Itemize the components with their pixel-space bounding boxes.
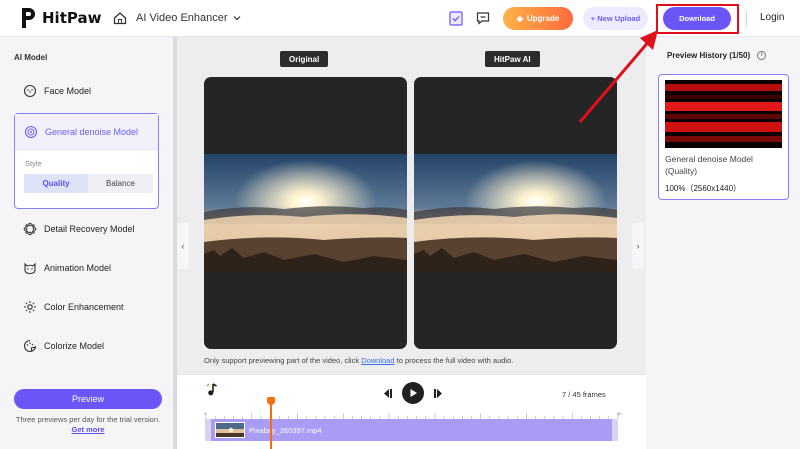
- original-preview-panel: [204, 77, 407, 349]
- original-tag: Original: [280, 51, 329, 67]
- preview-notice: Only support previewing part of the vide…: [204, 356, 513, 365]
- get-more-link[interactable]: Get more: [72, 425, 105, 434]
- face-icon: [23, 84, 37, 98]
- sidebar-item-color-enhancement[interactable]: Color Enhancement: [14, 294, 158, 320]
- color-icon: [24, 301, 36, 313]
- ruler-start-label: 0: [204, 411, 207, 416]
- ruler-end-label: 45: [617, 411, 622, 416]
- preview-history-panel: Preview History (1/50) i General denoise…: [646, 37, 800, 449]
- top-bar: HitPaw AI Video Enhancer ◆ Upgrade + New…: [0, 0, 800, 37]
- frame-counter: 7 / 45 frames: [562, 390, 606, 399]
- new-upload-button[interactable]: + New Upload: [583, 7, 648, 30]
- hitpaw-logo-icon: [22, 8, 35, 28]
- notice-text-after: to process the full video with audio.: [394, 356, 514, 365]
- next-frame-icon[interactable]: [433, 388, 444, 399]
- preview-button[interactable]: Preview: [14, 389, 162, 409]
- task-list-icon[interactable]: [448, 10, 464, 26]
- gem-icon: ◆: [516, 14, 523, 23]
- video-clip-track[interactable]: Pixabay_260397.mp4: [205, 419, 618, 441]
- product-dropdown[interactable]: AI Video Enhancer: [136, 12, 241, 24]
- sidebar-item-colorize-model[interactable]: Colorize Model: [14, 333, 158, 359]
- previous-frame-icon[interactable]: [382, 388, 393, 399]
- original-video-frame: [204, 154, 407, 272]
- play-icon: [410, 389, 417, 397]
- sidebar-title: AI Model: [14, 53, 48, 62]
- clip-thumbnail: [215, 422, 245, 438]
- timeline-panel: 7 / 45 frames 0 45 Pixabay_260397.mp4: [177, 374, 646, 449]
- sidebar-item-face-model[interactable]: Face Model: [14, 78, 158, 104]
- detail-icon: [23, 222, 37, 236]
- style-option-balance[interactable]: Balance: [88, 174, 153, 193]
- chevron-left-icon: ‹: [181, 241, 185, 251]
- notice-text-before: Only support previewing part of the vide…: [204, 356, 362, 365]
- play-button[interactable]: [402, 382, 424, 404]
- model-sidebar: AI Model Face Model General denoise Mode…: [0, 37, 177, 449]
- style-label: Style: [25, 159, 42, 168]
- denoise-icon: [24, 125, 38, 138]
- sidebar-item-animation-model[interactable]: Animation Model: [14, 255, 158, 281]
- animation-icon: [24, 262, 36, 275]
- sidebar-item-label: Detail Recovery Model: [44, 224, 135, 234]
- style-selector: Quality Balance: [24, 174, 153, 193]
- style-option-quality[interactable]: Quality: [24, 174, 88, 193]
- notice-download-link[interactable]: Download: [361, 356, 394, 365]
- login-link[interactable]: Login: [760, 12, 784, 23]
- sidebar-item-label: General denoise Model: [45, 126, 139, 137]
- sidebar-item-label: Face Model: [44, 86, 92, 96]
- history-item-name: General denoise Model (Quality): [665, 154, 753, 176]
- chevron-down-icon: [233, 16, 240, 21]
- sidebar-item-label: Colorize Model: [44, 341, 105, 351]
- playback-controls: [382, 382, 444, 404]
- product-name: AI Video Enhancer: [136, 12, 228, 24]
- header-divider: [746, 11, 747, 27]
- sidebar-item-general-denoise-model[interactable]: General denoise Model Style Quality Bala…: [14, 113, 159, 209]
- ai-preview-panel: [414, 77, 617, 349]
- hitpaw-ai-tag: HitPaw AI: [485, 51, 540, 67]
- preview-history-title: Preview History (1/50): [667, 51, 751, 60]
- history-item-meta: 100%（2560x1440）: [665, 184, 742, 193]
- clip-trim-handle-right[interactable]: [612, 419, 618, 441]
- prev-arrow-button[interactable]: ‹: [177, 223, 189, 269]
- next-arrow-button[interactable]: ›: [632, 223, 644, 269]
- sidebar-item-detail-recovery-model[interactable]: Detail Recovery Model: [14, 216, 158, 242]
- upgrade-label: Upgrade: [526, 14, 560, 23]
- app-logo[interactable]: HitPaw: [20, 7, 101, 29]
- timeline-ruler[interactable]: [204, 411, 622, 419]
- selected-model-header[interactable]: General denoise Model: [15, 114, 158, 150]
- sidebar-item-label: Animation Model: [44, 263, 112, 273]
- feedback-icon[interactable]: [475, 10, 491, 26]
- trial-note-text: Three previews per day for the trial ver…: [15, 415, 161, 424]
- home-icon[interactable]: [113, 11, 127, 25]
- download-highlight-box: [656, 4, 739, 34]
- playhead-handle[interactable]: [267, 397, 276, 405]
- chevron-right-icon: ›: [636, 241, 640, 251]
- audio-toggle-icon[interactable]: [206, 383, 218, 397]
- sidebar-item-label: Color Enhancement: [44, 302, 124, 312]
- history-thumbnail: [665, 80, 782, 148]
- trial-note: Three previews per day for the trial ver…: [14, 415, 162, 435]
- upgrade-button[interactable]: ◆ Upgrade: [503, 7, 573, 30]
- colorize-icon: [23, 339, 37, 353]
- clip-file-name: Pixabay_260397.mp4: [249, 426, 322, 435]
- preview-history-header: Preview History (1/50) i: [667, 51, 767, 60]
- preview-history-item[interactable]: General denoise Model (Quality) 100%（256…: [658, 74, 789, 200]
- ai-video-frame: [414, 154, 617, 272]
- app-name: HitPaw: [42, 9, 102, 27]
- clip-trim-handle-left[interactable]: [205, 419, 211, 441]
- info-icon[interactable]: i: [757, 51, 767, 60]
